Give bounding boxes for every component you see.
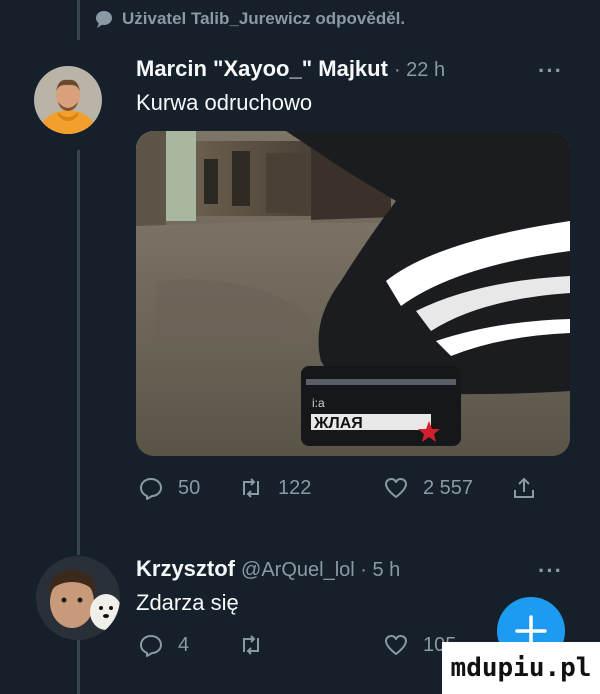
author-handle-time[interactable]: @ArQuel_lol · 5 h bbox=[241, 559, 400, 582]
can-label-main: ЖЛAЯ bbox=[313, 415, 363, 432]
retweet-count: 122 bbox=[278, 476, 312, 499]
tweet-header: Krzysztof @ArQuel_lol · 5 h bbox=[136, 556, 400, 582]
heart-icon bbox=[385, 478, 407, 498]
thread-line-upper bbox=[77, 0, 80, 40]
tweet-header: Marcin "Xayoo_" Majkut · 22 h bbox=[136, 56, 445, 82]
watermark: mdupiu.pl bbox=[442, 642, 600, 694]
thread-line-middle bbox=[77, 150, 80, 555]
retweet-button[interactable]: 122 bbox=[238, 475, 383, 501]
reply-icon bbox=[140, 478, 162, 500]
retweet-button[interactable] bbox=[238, 632, 383, 658]
speech-bubble-icon bbox=[96, 11, 112, 28]
share-button[interactable] bbox=[511, 475, 537, 501]
reply-count: 50 bbox=[178, 476, 201, 499]
like-count: 2 557 bbox=[423, 476, 474, 499]
can-label-top: i:a bbox=[312, 396, 325, 410]
retweet-icon bbox=[243, 478, 259, 498]
tweet-media[interactable]: i:a ЖЛAЯ bbox=[136, 131, 570, 456]
reply-button[interactable]: 50 bbox=[138, 475, 238, 501]
photo: i:a ЖЛAЯ bbox=[136, 131, 570, 456]
tweet-text: Kurwa odruchowo bbox=[136, 90, 313, 115]
avatar[interactable] bbox=[34, 66, 102, 134]
heart-icon bbox=[385, 635, 407, 655]
like-button[interactable]: 2 557 bbox=[383, 475, 511, 501]
author-name[interactable]: Krzysztof bbox=[136, 556, 235, 582]
reply-icon bbox=[140, 635, 162, 657]
reply-count: 4 bbox=[178, 633, 190, 656]
avatar[interactable] bbox=[36, 556, 120, 640]
reply-button[interactable]: 4 bbox=[138, 632, 238, 658]
retweet-icon bbox=[243, 635, 259, 655]
share-icon bbox=[514, 477, 534, 498]
tweet-time[interactable]: · 22 h bbox=[394, 59, 445, 82]
reply-context: Użivatel Talib_Jurewicz odpověděl. bbox=[94, 9, 405, 29]
more-options-button[interactable]: ··· bbox=[538, 58, 563, 84]
tweet-actions: 50 122 2 557 bbox=[138, 475, 558, 501]
author-name[interactable]: Marcin "Xayoo_" Majkut bbox=[136, 56, 388, 82]
more-options-button[interactable]: ··· bbox=[538, 558, 563, 584]
reply-context-text: Użivatel Talib_Jurewicz odpověděl. bbox=[122, 9, 406, 28]
tweet-text: Zdarza się bbox=[136, 590, 239, 615]
thread-line-lower bbox=[77, 640, 80, 694]
